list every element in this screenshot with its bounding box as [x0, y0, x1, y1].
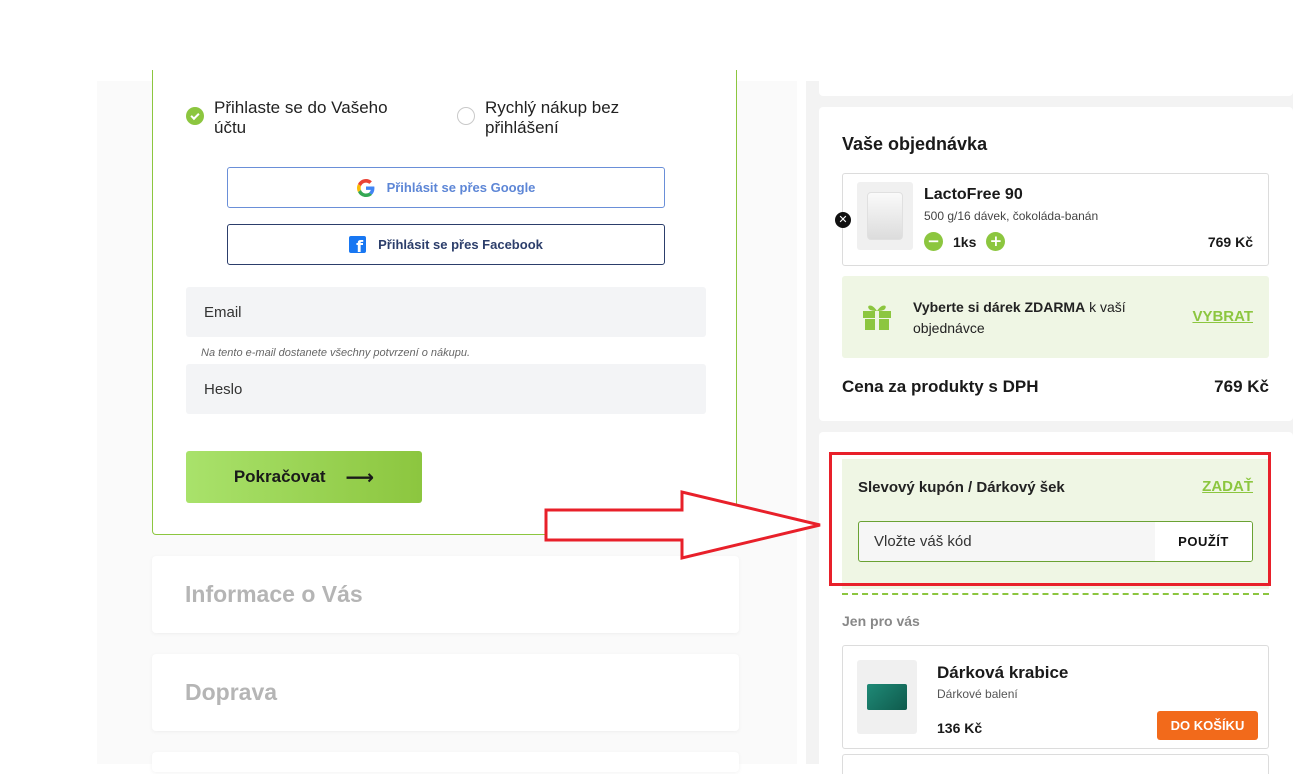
email-input[interactable]	[202, 302, 706, 322]
order-summary-panel: Vaše objednávka ✕ LactoFree 90 500 g/16 …	[819, 107, 1293, 421]
login-card: Přihlaste se do Vašeho účtu Rychlý nákup…	[152, 70, 737, 535]
cart-item: ✕ LactoFree 90 500 g/16 dávek, čokoláda-…	[835, 173, 1269, 266]
email-field-wrapper	[186, 287, 706, 337]
upsell-subtitle: Dárkové balení	[937, 687, 1018, 701]
product-price: 769 Kč	[1207, 234, 1253, 250]
upsell-price: 136 Kč	[937, 720, 983, 736]
total-value: 769 Kč	[1214, 377, 1269, 396]
login-option-account[interactable]: Přihlaste se do Vašeho účtu	[186, 98, 416, 138]
add-to-cart-button[interactable]: DO KOŠÍKU	[1157, 711, 1258, 740]
upsell-name[interactable]: Dárková krabice	[937, 663, 1068, 683]
product-variant: 500 g/16 dávek, čokoláda-banán	[924, 209, 1099, 223]
plus-icon[interactable]: +	[986, 232, 1006, 251]
google-icon	[356, 178, 375, 197]
product-name[interactable]: LactoFree 90	[924, 186, 1023, 204]
google-login-label: Přihlásit se přes Google	[386, 180, 536, 195]
minus-icon[interactable]: −	[924, 232, 943, 251]
highlight-rectangle	[829, 452, 1271, 586]
email-hint: Na tento e-mail dostanete všechny potvrz…	[201, 347, 471, 359]
facebook-login-label: Přihlásit se přes Facebook	[378, 237, 543, 252]
free-gift-banner: Vyberte si dárek ZDARMA k vaší objednávc…	[842, 276, 1269, 358]
radio-checked-icon	[186, 107, 204, 125]
login-option-guest-label: Rychlý nákup bez přihlášení	[485, 98, 620, 137]
upsell-item: Dárková krabice Dárkové balení 136 Kč DO…	[842, 645, 1269, 749]
password-field-wrapper	[186, 364, 706, 414]
only-for-you-label: Jen pro vás	[842, 613, 920, 629]
login-option-account-label: Přihlaste se do Vašeho účtu	[214, 98, 388, 137]
product-image	[857, 182, 913, 250]
order-title: Vaše objednávka	[842, 134, 988, 154]
step-next	[152, 752, 739, 772]
upsell-image	[857, 660, 917, 734]
password-input[interactable]	[202, 379, 706, 399]
facebook-login-button[interactable]: f Přihlásit se přes Facebook	[227, 224, 665, 265]
quantity-value: 1ks	[953, 233, 977, 250]
summary-panel-top	[819, 81, 1293, 96]
continue-button[interactable]: Pokračovat ⟶	[186, 451, 422, 503]
gift-icon	[863, 305, 891, 330]
total-label: Cena za produkty s DPH	[842, 377, 1039, 396]
quantity-stepper: − 1ks +	[924, 232, 1006, 251]
radio-unchecked-icon	[457, 107, 475, 125]
products-total-row: Cena za produkty s DPH 769 Kč	[842, 377, 1269, 397]
google-login-button[interactable]: Přihlásit se přes Google	[227, 167, 665, 208]
gift-text: Vyberte si dárek ZDARMA k vaší objednávc…	[913, 299, 1126, 336]
continue-label: Pokračovat	[233, 467, 326, 486]
facebook-icon: f	[349, 236, 367, 255]
next-upsell-item	[842, 754, 1269, 774]
remove-item-icon[interactable]: ✕	[835, 212, 851, 228]
login-option-guest[interactable]: Rychlý nákup bez přihlášení	[457, 98, 657, 138]
annotation-arrow-icon	[544, 490, 821, 560]
step-customer-info-label: Informace o Vás	[185, 581, 363, 607]
arrow-right-icon: ⟶	[345, 465, 375, 489]
step-shipping-label: Doprava	[185, 679, 278, 705]
step-shipping[interactable]: Doprava	[152, 654, 739, 731]
step-customer-info[interactable]: Informace o Vás	[152, 556, 739, 633]
dashed-divider	[842, 593, 1269, 595]
choose-gift-link[interactable]: VYBRAT	[1192, 308, 1253, 325]
